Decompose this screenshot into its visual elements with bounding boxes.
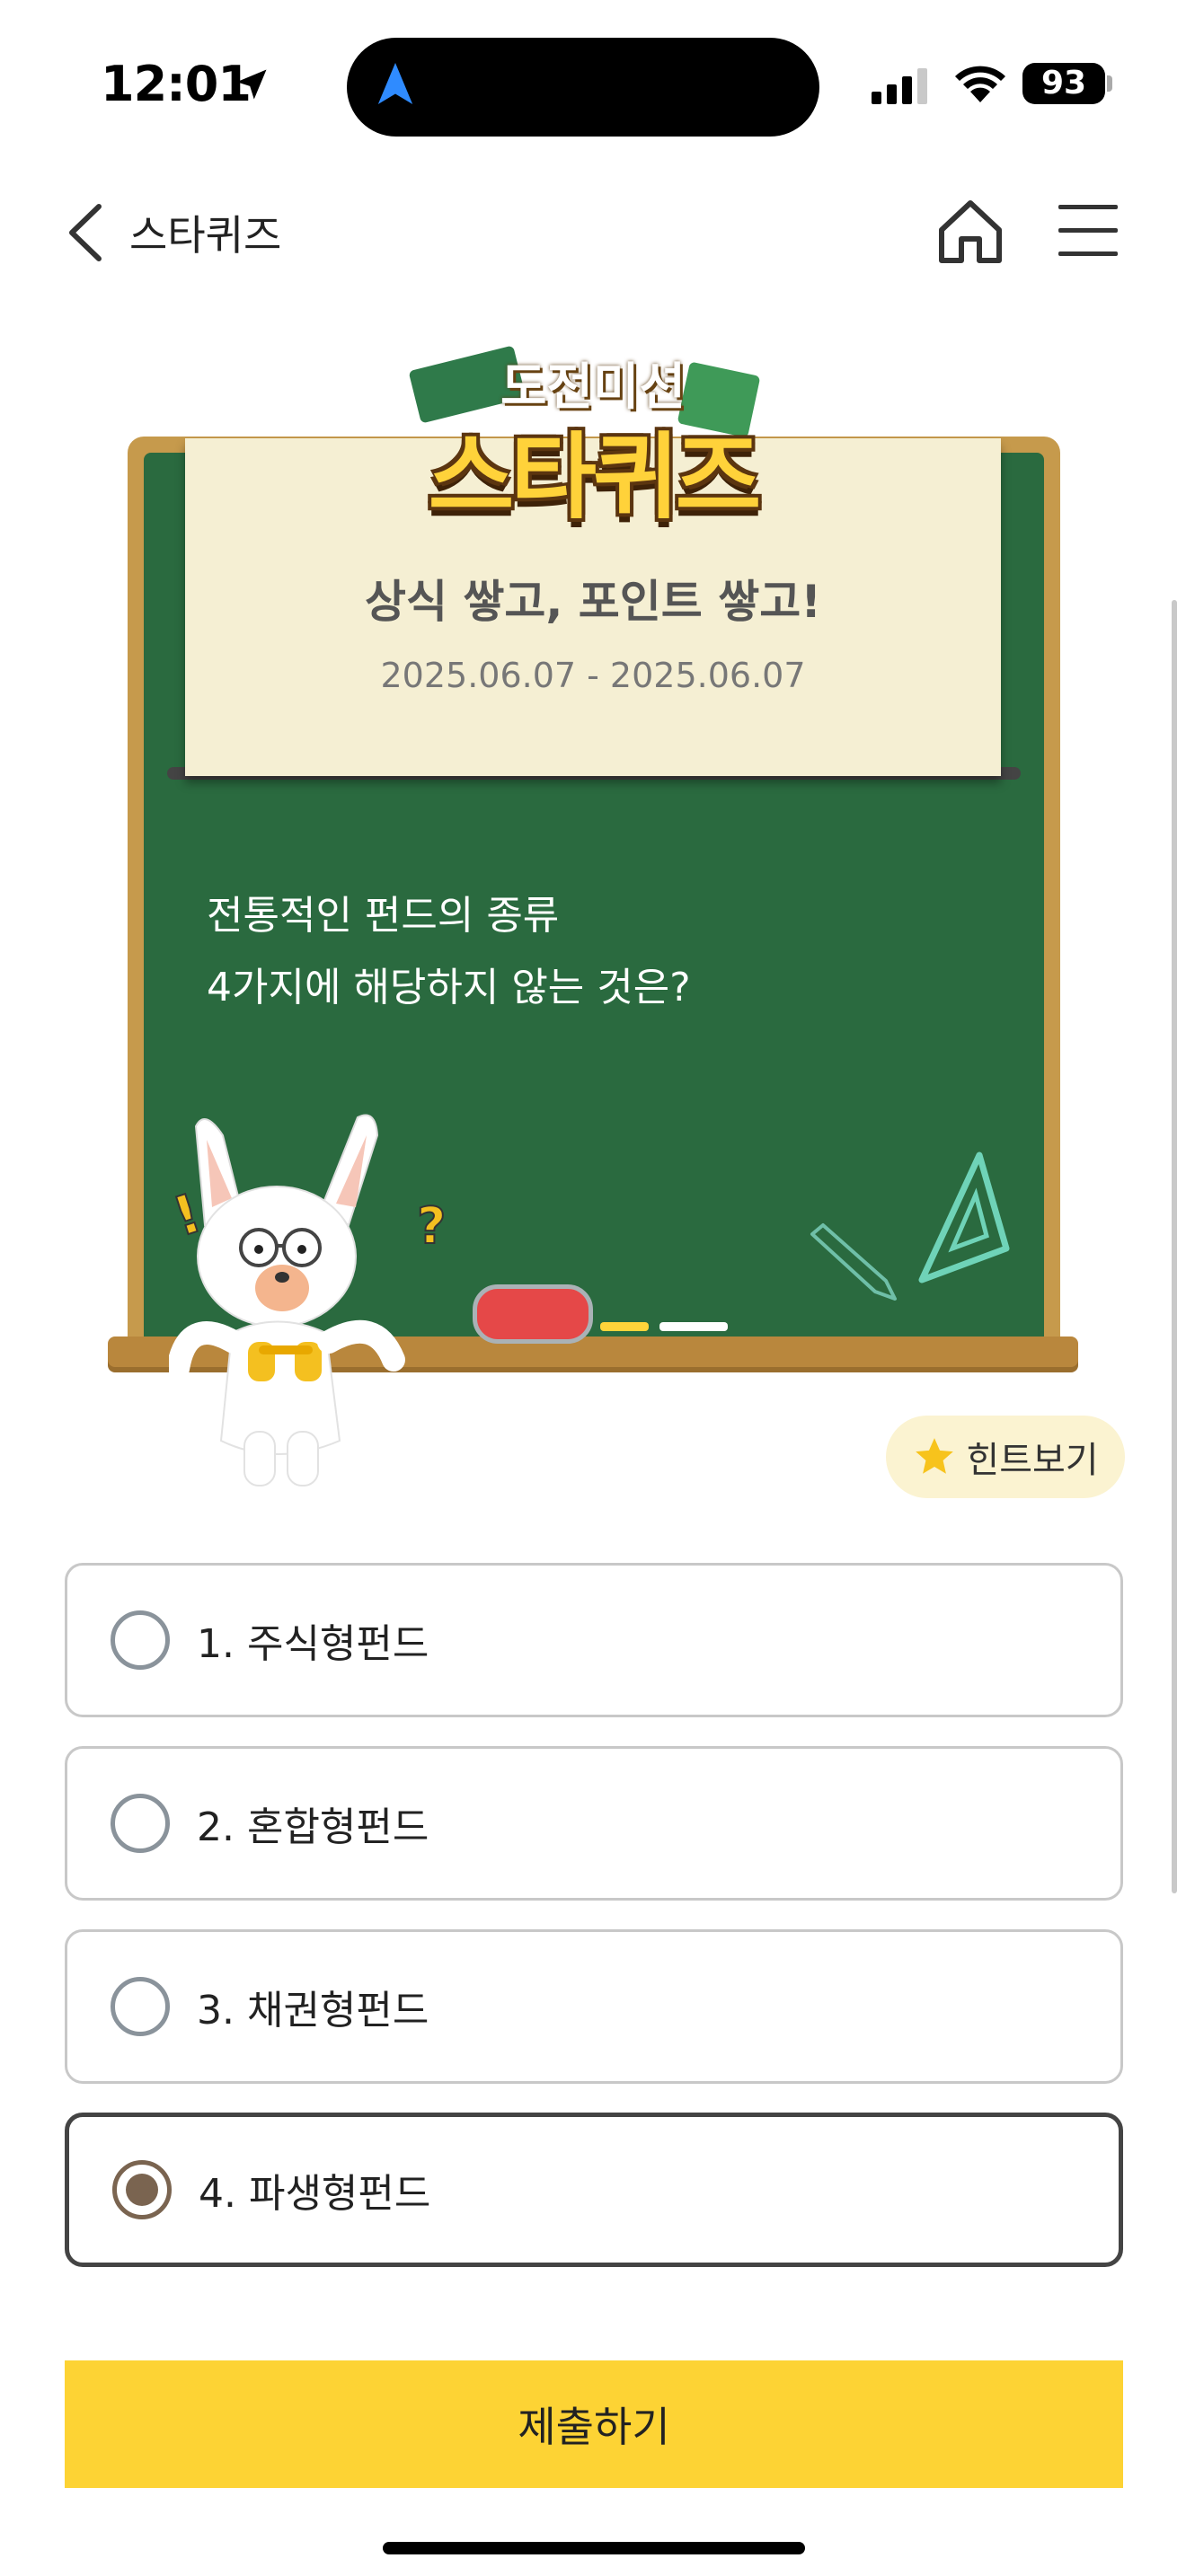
radio-button[interactable] xyxy=(111,1977,170,2036)
logo-star-quiz: 스타퀴즈 xyxy=(428,422,762,532)
answer-option-4[interactable]: 4. 파생형펀드 xyxy=(65,2113,1123,2267)
hint-label: 힌트보기 xyxy=(966,1440,1099,1481)
location-arrow-icon xyxy=(236,69,267,100)
quiz-date-range: 2025.06.07 - 2025.06.07 xyxy=(380,656,806,695)
triangle-ruler-icon xyxy=(918,1151,1010,1284)
star-icon xyxy=(916,1438,954,1474)
wifi-icon xyxy=(955,66,1005,102)
radio-button[interactable] xyxy=(111,1794,170,1853)
hamburger-menu-icon[interactable] xyxy=(1057,201,1120,260)
battery-indicator: 93 xyxy=(1022,63,1105,104)
page-title: 스타퀴즈 xyxy=(129,211,282,260)
back-button[interactable] xyxy=(59,201,113,264)
status-time: 12:01 xyxy=(101,56,252,112)
home-indicator xyxy=(383,2542,805,2554)
answer-option-1[interactable]: 1. 주식형펀드 xyxy=(65,1563,1123,1717)
home-icon[interactable] xyxy=(934,196,1006,268)
answer-option-label: 4. 파생형펀드 xyxy=(199,2171,431,2217)
white-chalk xyxy=(659,1322,728,1331)
hint-button[interactable]: 힌트보기 xyxy=(886,1416,1125,1498)
radio-button-selected[interactable] xyxy=(112,2160,172,2219)
pencil-icon xyxy=(810,1223,897,1301)
alpaca-mascot-image: ! ? xyxy=(169,1114,447,1486)
answer-option-label: 2. 혼합형펀드 xyxy=(197,1804,429,1850)
answer-option-label: 3. 채권형펀드 xyxy=(197,1988,429,2033)
battery-nub xyxy=(1107,75,1112,92)
radio-button[interactable] xyxy=(111,1610,170,1670)
yellow-chalk xyxy=(600,1322,649,1331)
eraser xyxy=(473,1284,593,1344)
answer-option-label: 1. 주식형펀드 xyxy=(197,1621,429,1667)
quiz-subtitle: 상식 쌓고, 포인트 쌓고! xyxy=(364,576,822,628)
cellular-signal-icon xyxy=(872,68,927,104)
svg-text:?: ? xyxy=(417,1197,446,1256)
answer-option-2[interactable]: 2. 혼합형펀드 xyxy=(65,1746,1123,1901)
quiz-question: 전통적인 펀드의 종류 4가지에 해당하지 않는 것은? xyxy=(207,893,691,1010)
submit-button[interactable]: 제출하기 xyxy=(65,2360,1123,2488)
dynamic-island xyxy=(347,38,819,137)
navigation-arrow-icon xyxy=(377,63,413,104)
answer-option-3[interactable]: 3. 채권형펀드 xyxy=(65,1929,1123,2084)
scrollbar[interactable] xyxy=(1172,600,1177,1893)
